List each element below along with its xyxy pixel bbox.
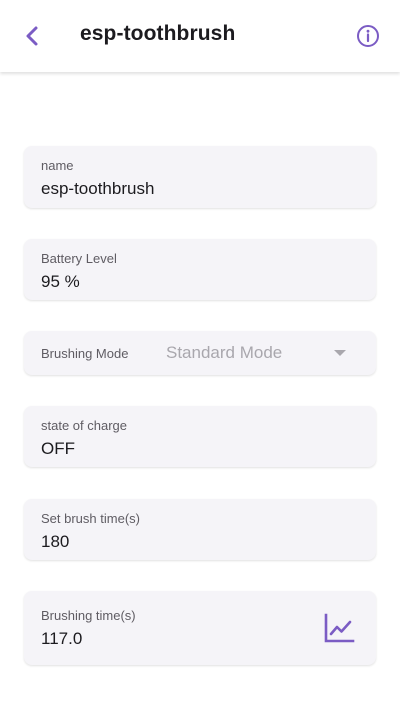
brushing-time-card: Brushing time(s) 117.0 bbox=[24, 591, 376, 665]
state-of-charge-label: state of charge bbox=[41, 418, 127, 433]
chevron-left-icon bbox=[26, 26, 38, 46]
state-of-charge-value: OFF bbox=[41, 439, 75, 458]
back-button[interactable] bbox=[16, 20, 48, 52]
info-circle-icon bbox=[357, 25, 379, 47]
brushing-time-value: 117.0 bbox=[41, 629, 83, 648]
app-bar: esp-toothbrush bbox=[0, 0, 400, 72]
line-chart-icon bbox=[324, 613, 355, 643]
name-value: esp-toothbrush bbox=[41, 179, 155, 198]
brushing-mode-select[interactable]: Standard Mode bbox=[166, 331, 366, 375]
brushing-mode-card: Brushing Mode Standard Mode bbox=[24, 331, 376, 375]
set-brush-time-label: Set brush time(s) bbox=[41, 511, 140, 526]
battery-level-label: Battery Level bbox=[41, 251, 117, 266]
name-label: name bbox=[41, 158, 74, 173]
set-brush-time-value[interactable]: 180 bbox=[41, 532, 69, 552]
set-brush-time-card[interactable]: Set brush time(s) 180 bbox=[24, 499, 376, 560]
battery-level-value: 95 % bbox=[41, 272, 80, 291]
brushing-time-label: Brushing time(s) bbox=[41, 608, 136, 623]
dropdown-arrow-icon bbox=[334, 350, 346, 356]
history-chart-button[interactable] bbox=[322, 611, 356, 645]
page-title: esp-toothbrush bbox=[80, 22, 236, 45]
brushing-mode-selected: Standard Mode bbox=[166, 343, 283, 362]
name-card[interactable]: name esp-toothbrush bbox=[24, 146, 376, 208]
state-of-charge-card: state of charge OFF bbox=[24, 406, 376, 467]
brushing-mode-label: Brushing Mode bbox=[41, 346, 129, 361]
battery-level-card: Battery Level 95 % bbox=[24, 239, 376, 300]
info-button[interactable] bbox=[352, 20, 384, 52]
